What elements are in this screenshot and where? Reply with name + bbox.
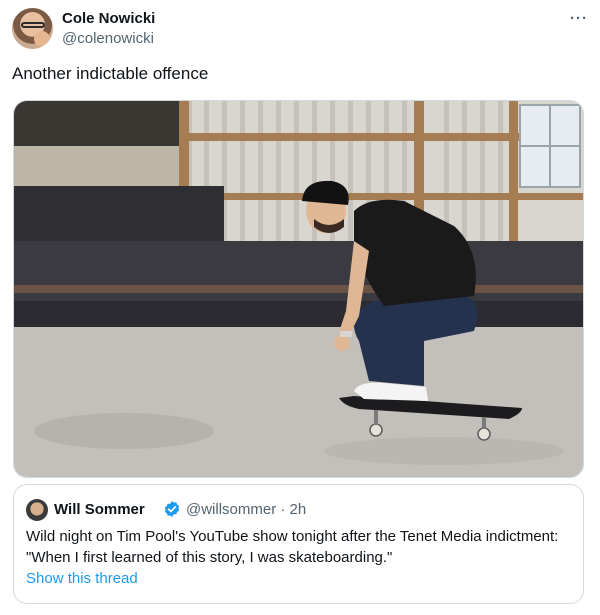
quoted-author-handle-time[interactable]: @willsommer · 2h	[186, 501, 306, 518]
quoted-tweet-card[interactable]: Will Sommer @willsommer · 2h Wild night …	[13, 484, 584, 604]
tweet-media-image[interactable]	[13, 100, 584, 478]
avatar-glasses	[21, 22, 45, 28]
tweet-header: Cole Nowicki @colenowicki ···	[12, 8, 588, 52]
quoted-tweet-text: Wild night on Tim Pool's YouTube show to…	[26, 528, 559, 566]
author-handle[interactable]: @colenowicki	[62, 30, 154, 47]
avatar-hand	[34, 31, 50, 47]
more-options-icon[interactable]: ···	[570, 10, 588, 27]
skateboarding-photo	[14, 101, 583, 477]
author-name[interactable]: Cole Nowicki	[62, 10, 155, 27]
quoted-author-avatar[interactable]	[26, 499, 48, 521]
verified-badge-icon	[164, 501, 180, 517]
quoted-author-name[interactable]: Will Sommer	[54, 501, 145, 518]
show-thread-link[interactable]: Show this thread	[26, 570, 138, 587]
tweet-text: Another indictable offence	[12, 64, 209, 83]
user-avatar[interactable]	[12, 8, 53, 49]
